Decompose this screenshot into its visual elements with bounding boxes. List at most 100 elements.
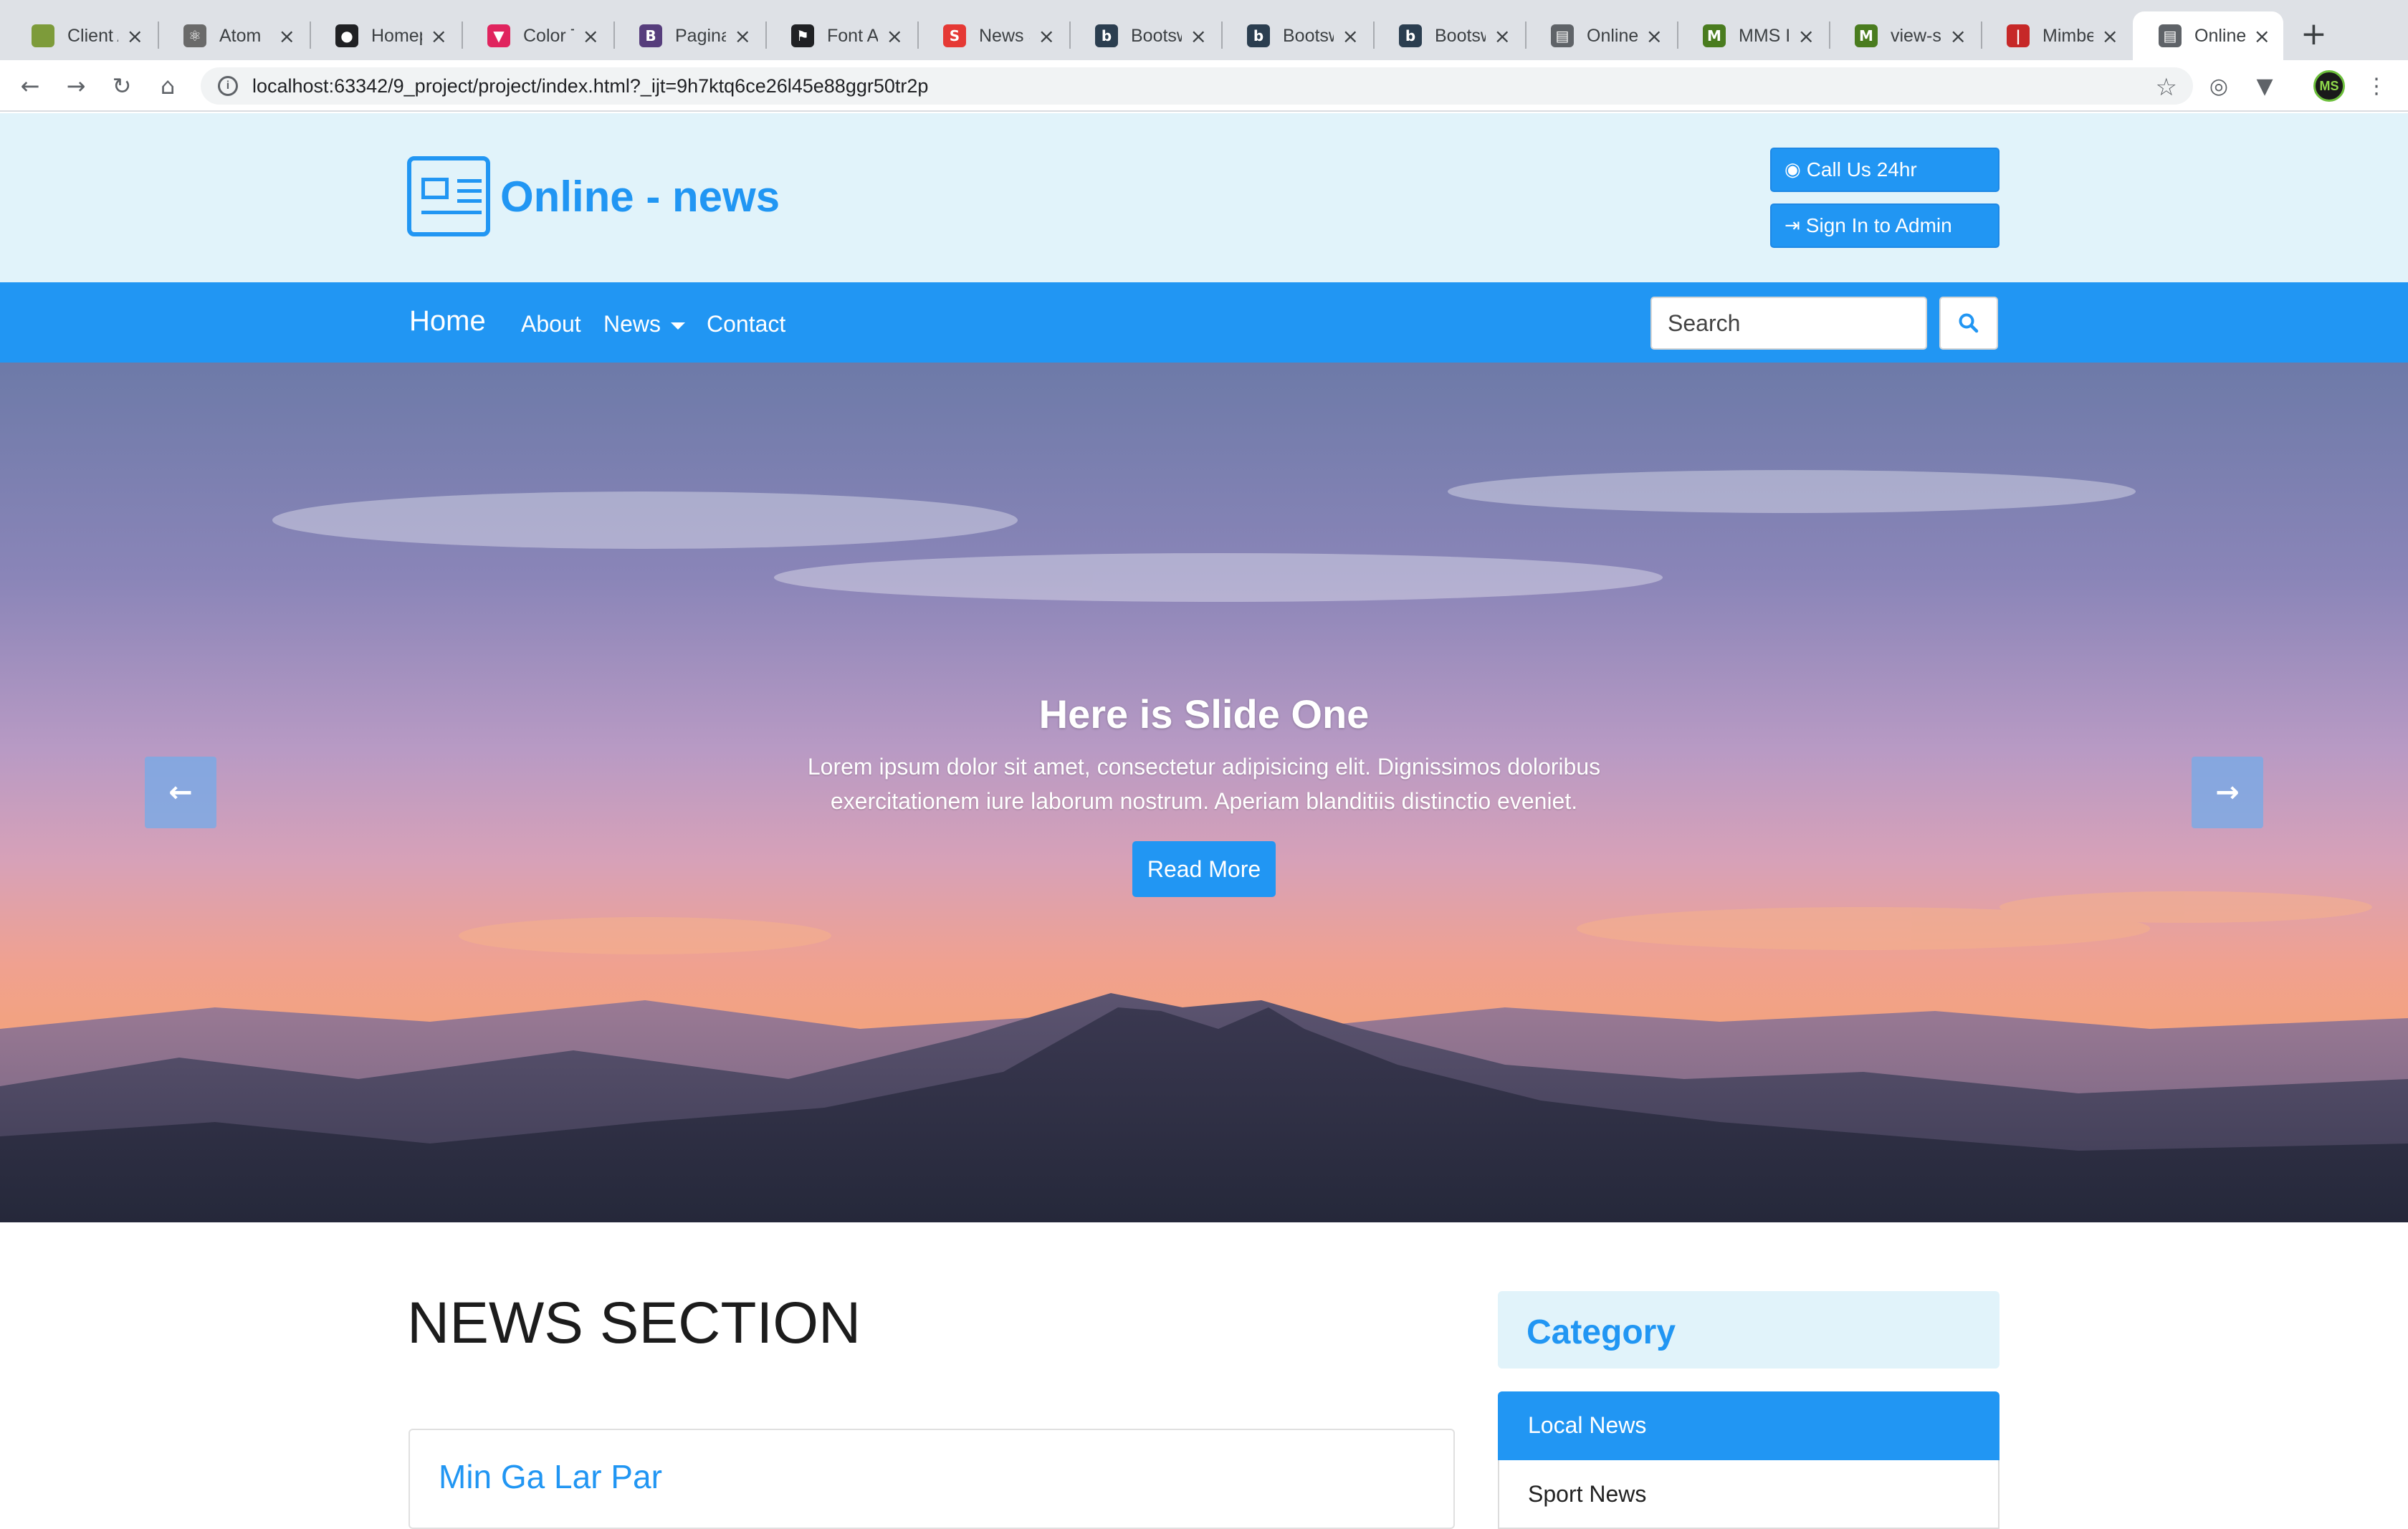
arrow-left-icon: ← — [168, 776, 193, 809]
nav-home[interactable]: Home — [409, 305, 486, 337]
tab-separator — [1069, 21, 1071, 49]
newspaper-icon: ▤ — [1551, 24, 1574, 47]
browser-tab-label: Pagination — [675, 25, 726, 46]
browser-tab[interactable]: ● Homepage × — [310, 11, 460, 60]
tab-separator — [613, 21, 615, 49]
tab-separator — [462, 21, 463, 49]
tab-separator — [1525, 21, 1526, 49]
sign-in-admin-button[interactable]: ⇥ Sign In to Admin — [1770, 203, 2000, 248]
close-tab-icon[interactable]: × — [583, 24, 599, 48]
reload-icon[interactable]: ↻ — [106, 70, 138, 102]
browser-tab-label: Bootswatch — [1283, 25, 1334, 46]
browser-tab[interactable]: ▼ Color Tool × — [462, 11, 612, 60]
browser-tab[interactable]: b Bootswatch × — [1069, 11, 1220, 60]
category-item-sport-news[interactable]: Sport News — [1498, 1460, 2000, 1529]
search-icon — [1959, 313, 1979, 333]
slide-caption: Lorem ipsum dolor sit amet, consectetur … — [807, 754, 1601, 814]
tab-separator — [917, 21, 919, 49]
hero-carousel: Here is Slide One Lorem ipsum dolor sit … — [0, 363, 2408, 1222]
search-button[interactable] — [1939, 297, 1998, 350]
browser-tab-label: view-source — [1891, 25, 1941, 46]
tree-icon — [32, 24, 54, 47]
category-list: Local News Sport News — [1498, 1391, 2000, 1529]
carousel-prev-button[interactable]: ← — [145, 757, 216, 828]
sign-in-icon: ⇥ — [1784, 215, 1800, 236]
news-card-title[interactable]: Min Ga Lar Par — [439, 1457, 662, 1496]
close-tab-icon[interactable]: × — [735, 24, 751, 48]
nav-about[interactable]: About — [521, 311, 581, 337]
browser-tab-label: MMS IT — [1739, 25, 1790, 46]
close-tab-icon[interactable]: × — [1950, 24, 1967, 48]
browser-tab-label: Bootswatch — [1435, 25, 1486, 46]
tab-separator — [1373, 21, 1375, 49]
profile-avatar[interactable]: MS — [2313, 70, 2345, 102]
menu-kebab-icon[interactable]: ⋮ — [2361, 70, 2392, 102]
browser-tab[interactable]: S News Site × — [917, 11, 1068, 60]
search-input[interactable] — [1650, 297, 1927, 350]
newspaper-logo-icon — [407, 156, 490, 236]
nav-contact[interactable]: Contact — [707, 311, 785, 337]
home-icon[interactable]: ⌂ — [152, 70, 183, 102]
browser-tab[interactable]: ▤ Online News × — [2133, 11, 2283, 60]
slide-title: Here is Slide One — [1038, 691, 1370, 737]
close-tab-icon[interactable]: × — [279, 24, 295, 48]
site-brand[interactable]: Online - news — [500, 172, 780, 221]
arrow-right-icon: → — [2215, 776, 2240, 809]
browser-tab[interactable]: ▤ Online News × — [1525, 11, 1676, 60]
browser-tab[interactable]: b Bootswatch × — [1373, 11, 1524, 60]
site-header: Online - news ◉ Call Us 24hr ⇥ Sign In t… — [0, 113, 2408, 282]
browser-tab[interactable]: M MMS IT × — [1677, 11, 1828, 60]
caret-down-icon — [671, 322, 686, 330]
close-tab-icon[interactable]: × — [127, 24, 143, 48]
close-tab-icon[interactable]: × — [1494, 24, 1511, 48]
back-icon[interactable]: ← — [14, 70, 46, 102]
bootswatch-icon: b — [1399, 24, 1422, 47]
category-item-local-news[interactable]: Local News — [1498, 1391, 2000, 1460]
browser-tab[interactable]: ⚑ Font Awesome × — [765, 11, 916, 60]
tab-separator — [158, 21, 159, 49]
tab-separator — [765, 21, 767, 49]
newspaper-icon: ▤ — [2159, 24, 2182, 47]
browser-tab[interactable]: ⚛ Atom × — [158, 11, 308, 60]
forward-icon[interactable]: → — [60, 70, 92, 102]
browser-tab-label: Mimber — [2042, 25, 2093, 46]
browser-tab-label: Client A — [67, 25, 118, 46]
browser-tab[interactable]: Client A × — [6, 11, 156, 60]
main-navbar: Home About News Contact — [0, 282, 2408, 363]
mms-icon: M — [1855, 24, 1878, 47]
close-tab-icon[interactable]: × — [1798, 24, 1815, 48]
browser-tab[interactable]: | Mimber × — [1981, 11, 2131, 60]
address-bar[interactable]: i localhost:63342/9_project/project/inde… — [201, 67, 2193, 105]
mimber-icon: | — [2007, 24, 2030, 47]
browser-tab[interactable]: b Bootswatch × — [1221, 11, 1372, 60]
close-tab-icon[interactable]: × — [1646, 24, 1663, 48]
site-info-icon[interactable]: i — [218, 76, 238, 96]
bookmark-star-icon[interactable]: ☆ — [2156, 73, 2177, 102]
category-heading-box: Category — [1498, 1291, 2000, 1369]
browser-tab-label: Atom — [219, 25, 262, 46]
browser-tab-label: News Site — [979, 25, 1030, 46]
close-tab-icon[interactable]: × — [887, 24, 903, 48]
browser-tab[interactable]: B Pagination × — [613, 11, 764, 60]
close-tab-icon[interactable]: × — [1038, 24, 1055, 48]
call-us-label: Call Us 24hr — [1806, 158, 1917, 181]
browser-tab-label: Homepage — [371, 25, 422, 46]
browser-tab-label: Color Tool — [523, 25, 574, 46]
call-us-button[interactable]: ◉ Call Us 24hr — [1770, 148, 2000, 192]
extension-icon[interactable]: ◎ — [2203, 70, 2235, 102]
close-tab-icon[interactable]: × — [2102, 24, 2118, 48]
browser-tab[interactable]: Mview-source × — [1829, 11, 1979, 60]
vuejs-extension-icon[interactable]: ▼ — [2249, 70, 2280, 102]
carousel-next-button[interactable]: → — [2192, 757, 2263, 828]
tab-separator — [1677, 21, 1678, 49]
read-more-button[interactable]: Read More — [1132, 841, 1276, 897]
close-tab-icon[interactable]: × — [1190, 24, 1207, 48]
close-tab-icon[interactable]: × — [1342, 24, 1359, 48]
nav-news-dropdown[interactable]: News — [603, 311, 686, 337]
category-heading: Category — [1526, 1313, 1676, 1351]
new-tab-button[interactable]: + — [2300, 16, 2327, 52]
close-tab-icon[interactable]: × — [2254, 24, 2270, 48]
close-tab-icon[interactable]: × — [431, 24, 447, 48]
browser-tab-label: Online News — [1587, 25, 1638, 46]
github-icon: ● — [335, 24, 358, 47]
